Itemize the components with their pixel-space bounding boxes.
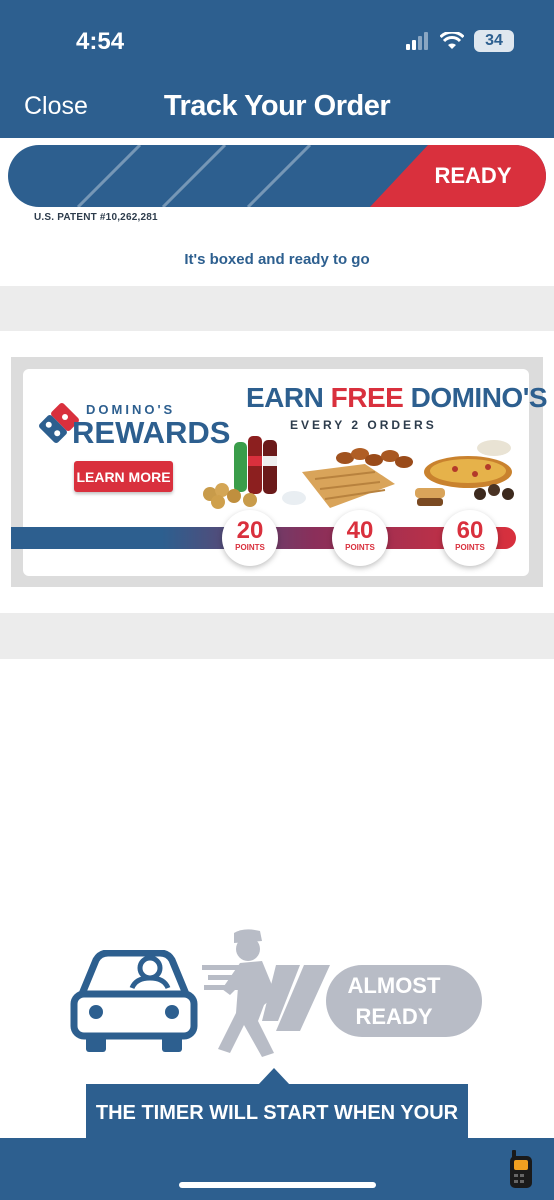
milestone-40-points: 40 POINTS <box>332 510 388 566</box>
home-indicator[interactable] <box>179 1182 376 1188</box>
bread-twists-icon <box>302 464 395 508</box>
app-header: 4:54 34 Close Track Your Order <box>0 0 554 138</box>
timer-info-callout: THE TIMER WILL START WHEN YOUR <box>86 1084 468 1144</box>
tracker-stage-ready: READY <box>434 163 511 188</box>
order-progress-tracker: READY <box>8 145 546 207</box>
bottom-toolbar <box>0 1138 554 1200</box>
milestone-20-points: 20 POINTS <box>222 510 278 566</box>
cellular-signal-icon <box>406 32 428 50</box>
status-icons: 34 <box>406 30 514 52</box>
patent-notice: U.S. PATENT #10,262,281 <box>34 212 158 223</box>
tracker-status-message: It's boxed and ready to go <box>184 251 370 268</box>
status-time: 4:54 <box>76 28 125 55</box>
headline-earn: EARN <box>246 382 324 413</box>
car-icon <box>70 950 198 1052</box>
phone-icon[interactable] <box>508 1150 534 1190</box>
section-divider <box>0 613 554 659</box>
section-divider <box>0 286 554 331</box>
battery-icon: 34 <box>474 30 514 52</box>
headline-free: FREE <box>330 382 404 413</box>
wifi-icon <box>440 32 464 49</box>
delivery-runner-icon <box>202 929 330 1057</box>
pizza-icon <box>424 440 512 488</box>
rewards-headline: EARN FREE DOMINO'S <box>246 382 548 414</box>
soda-bottles-icon <box>234 436 277 494</box>
rewards-subline: EVERY 2 ORDERS <box>290 418 437 432</box>
learn-more-button[interactable]: LEARN MORE <box>74 461 173 492</box>
milestone-60-points: 60 POINTS <box>442 510 498 566</box>
stage-almost-ready-label: ALMOST READY <box>347 973 441 1029</box>
food-illustration <box>203 436 514 509</box>
wings-icon <box>336 448 413 468</box>
timer-callout-arrow <box>258 1068 290 1085</box>
headline-dominos: DOMINO'S <box>410 382 548 413</box>
page-title: Track Your Order <box>163 90 391 122</box>
